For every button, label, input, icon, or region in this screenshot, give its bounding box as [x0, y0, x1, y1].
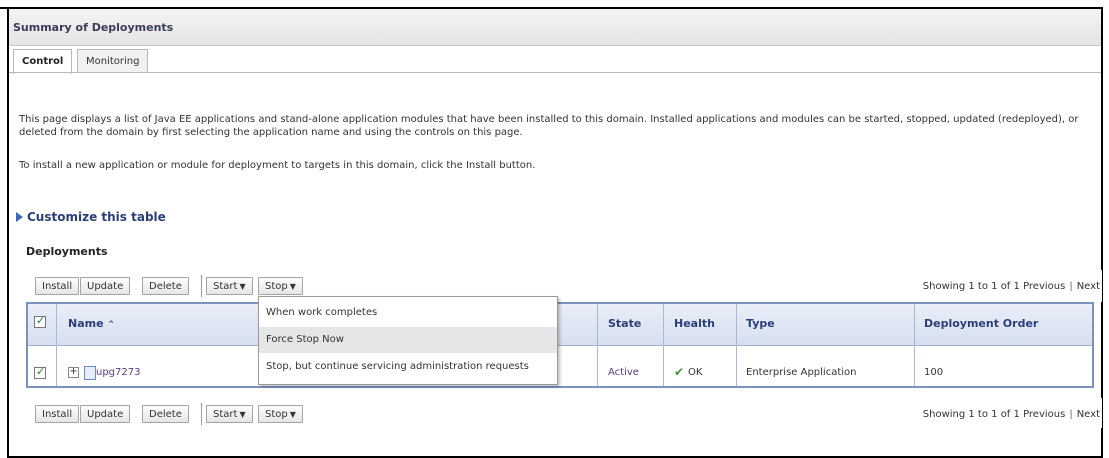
- window-frame-right: [1101, 7, 1103, 458]
- column-header-type[interactable]: Type: [746, 317, 775, 330]
- column-header-state[interactable]: State: [608, 317, 641, 330]
- start-label: Start: [213, 281, 238, 292]
- paging-previous[interactable]: Previous: [1023, 281, 1065, 292]
- paging-range: Showing 1 to 1 of 1: [922, 409, 1020, 420]
- stop-label: Stop: [265, 409, 288, 420]
- deployment-health: OK: [688, 367, 703, 378]
- start-dropdown-button[interactable]: Start ▼: [206, 405, 253, 423]
- window-frame-left: [7, 7, 9, 458]
- customize-table-link[interactable]: Customize this table: [16, 210, 166, 224]
- deployments-toolbar-bottom: Install Update Delete Start ▼ Stop ▼ Showi…: [26, 398, 1102, 428]
- paging-previous[interactable]: Previous: [1023, 409, 1065, 420]
- deployments-toolbar-top: Install Update Delete Start ▼ Stop ▼ Showi…: [26, 270, 1102, 302]
- delete-button[interactable]: Delete: [142, 277, 189, 295]
- row-checkbox[interactable]: [34, 365, 46, 379]
- chevron-down-icon: ▼: [239, 410, 246, 419]
- stop-dropdown-button[interactable]: Stop ▼: [258, 405, 303, 423]
- panel-title-bar: Summary of Deployments: [9, 9, 1101, 46]
- menu-item-when-work-completes[interactable]: When work completes: [259, 300, 557, 326]
- paging-info: Showing 1 to 1 of 1 Previous | Next: [922, 409, 1100, 420]
- stop-label: Stop: [265, 281, 288, 292]
- stop-dropdown-button[interactable]: Stop ▼: [258, 277, 303, 295]
- customize-table-label: Customize this table: [27, 210, 166, 224]
- page-description: This page displays a list of Java EE app…: [19, 114, 1079, 138]
- deployment-name-link[interactable]: upg7273: [96, 367, 140, 378]
- column-header-deployment-order[interactable]: Deployment Order: [924, 317, 1038, 330]
- paging-next[interactable]: Next: [1077, 281, 1100, 292]
- panel-title: Summary of Deployments: [13, 21, 174, 34]
- tab-divider: [9, 72, 1101, 73]
- start-label: Start: [213, 409, 238, 420]
- paging-info: Showing 1 to 1 of 1 Previous | Next: [922, 281, 1100, 292]
- tab-control[interactable]: Control: [13, 49, 73, 74]
- chevron-down-icon: ▼: [289, 282, 296, 291]
- update-button[interactable]: Update: [80, 277, 131, 295]
- toolbar-separator: [201, 403, 202, 425]
- deployment-state: Active: [608, 367, 639, 378]
- column-header-health[interactable]: Health: [674, 317, 715, 330]
- tab-monitoring[interactable]: Monitoring: [77, 49, 149, 73]
- deployment-order: 100: [924, 367, 944, 378]
- toolbar-separator: [201, 275, 202, 297]
- application-icon: [84, 366, 96, 380]
- menu-item-force-stop-now[interactable]: Force Stop Now: [259, 327, 557, 353]
- ok-check-icon: ✔: [674, 365, 685, 379]
- deployments-section-title: Deployments: [26, 245, 108, 258]
- start-dropdown-button[interactable]: Start ▼: [206, 277, 253, 295]
- menu-item-stop-continue-admin[interactable]: Stop, but continue servicing administrat…: [259, 354, 557, 380]
- deployment-type: Enterprise Application: [746, 367, 857, 378]
- install-button[interactable]: Install: [35, 277, 80, 295]
- sort-ascending-icon: ⌃: [107, 320, 115, 330]
- update-button[interactable]: Update: [80, 405, 131, 423]
- select-all-checkbox[interactable]: [34, 314, 46, 328]
- delete-button[interactable]: Delete: [142, 405, 189, 423]
- paging-next[interactable]: Next: [1077, 409, 1100, 420]
- install-button[interactable]: Install: [35, 405, 80, 423]
- deployments-table: Name ⌃ State Health Type Deployment Orde…: [26, 302, 1094, 388]
- column-header-name[interactable]: Name ⌃: [68, 317, 115, 330]
- paging-range: Showing 1 to 1 of 1: [922, 281, 1020, 292]
- install-hint: To install a new application or module f…: [19, 160, 536, 171]
- expand-triangle-icon: [16, 212, 23, 222]
- chevron-down-icon: ▼: [239, 282, 246, 291]
- chevron-down-icon: ▼: [289, 410, 296, 419]
- stop-dropdown-menu: When work completes Force Stop Now Stop,…: [258, 296, 558, 385]
- expand-plus-icon[interactable]: +: [68, 367, 79, 378]
